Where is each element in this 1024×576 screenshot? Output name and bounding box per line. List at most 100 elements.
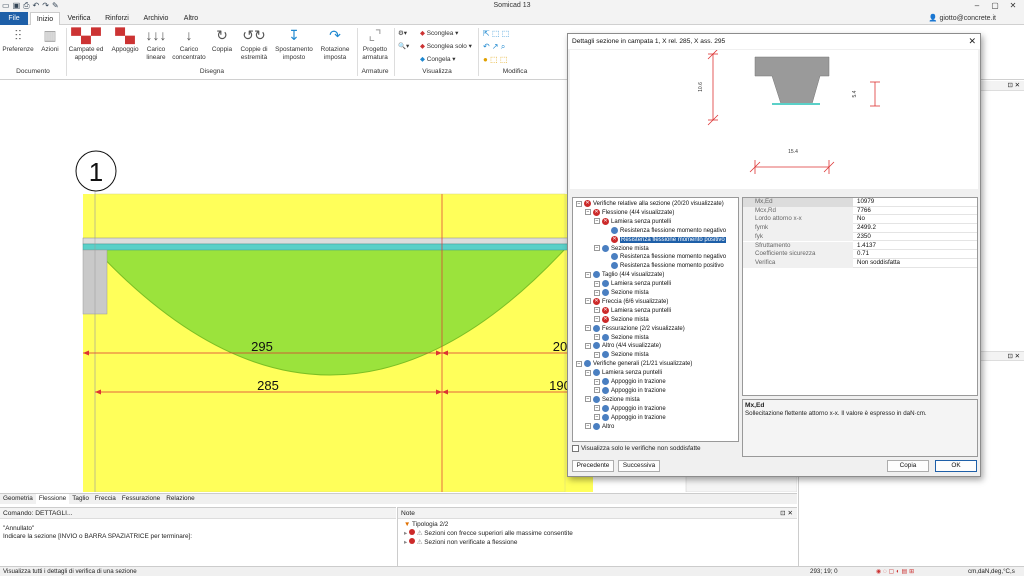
tab-file[interactable]: File — [0, 12, 28, 25]
verification-tree[interactable]: − ✕ Verifiche relative alla sezione (20/20… — [572, 197, 739, 442]
property-row[interactable]: fyk 2350 — [743, 232, 977, 242]
modify-tools-row3[interactable]: ● ⬚ ⬚ — [483, 55, 507, 64]
tab-rinforzi[interactable]: Rinforzi — [100, 12, 134, 25]
status-icons[interactable]: ◉ ◌ ▢ ◐ ▤ ⊞ — [876, 567, 914, 576]
tab-freccia[interactable]: Freccia — [92, 494, 119, 504]
expand-toggle-icon[interactable]: − — [594, 316, 600, 323]
property-row[interactable]: Verifica Non soddisfatta — [743, 258, 977, 268]
view-options-icon[interactable]: ⚙▾ — [398, 29, 407, 37]
tree-node[interactable]: − Sezione mista — [594, 244, 649, 253]
expand-toggle-icon[interactable]: − — [594, 245, 600, 251]
expand-toggle-icon[interactable]: − — [585, 423, 591, 429]
tree-node[interactable]: − Lamiera senza puntelli — [585, 369, 662, 377]
tree-node[interactable]: ✕ Resistenza flessione momento positivo — [603, 235, 726, 244]
congela-button[interactable]: ◆ Congela ▾ — [420, 55, 456, 63]
maximize-icon[interactable]: ▢ — [986, 0, 1004, 12]
tree-node[interactable]: − ✕ Verifiche relative alla sezione (20/20… — [576, 200, 724, 208]
tab-flessione[interactable]: Flessione — [35, 494, 70, 504]
expand-toggle-icon[interactable]: − — [585, 342, 591, 349]
expand-toggle-icon[interactable]: − — [594, 351, 600, 358]
expand-toggle-icon[interactable]: − — [594, 405, 600, 412]
zoom-icon[interactable]: 🔍▾ — [398, 42, 409, 50]
line-load-button[interactable]: ↓↓↓ Carico lineare — [143, 27, 169, 61]
tree-node[interactable]: − Lamiera senza puntelli — [594, 280, 671, 288]
displacement-button[interactable]: ↧ Spostamento imposto — [273, 27, 315, 61]
expand-toggle-icon[interactable]: − — [585, 369, 591, 376]
expand-toggle-icon[interactable]: − — [594, 334, 600, 340]
expand-toggle-icon[interactable]: − — [576, 200, 582, 207]
end-moments-button[interactable]: ↺↻ Coppie di estremità — [236, 27, 272, 61]
expand-toggle-icon[interactable]: − — [594, 378, 600, 385]
expand-toggle-icon[interactable]: − — [585, 298, 591, 305]
preferences-button[interactable]: ⫶⫶ Preferenze — [2, 27, 34, 54]
sconglea-button[interactable]: ◆ Sconglea ▾ — [420, 29, 458, 37]
rotation-button[interactable]: ↷ Rotazione imposta — [316, 27, 354, 61]
tree-node[interactable]: − Fessurazione (2/2 visualizzate) — [585, 324, 685, 333]
expand-toggle-icon[interactable]: − — [594, 387, 600, 394]
tree-node[interactable]: − Sezione mista — [594, 351, 649, 359]
tree-node[interactable]: − Verifiche generali (21/21 visualizzate) — [576, 360, 692, 368]
checkbox-box[interactable] — [572, 445, 579, 452]
tab-inizio[interactable]: Inizio — [30, 12, 60, 25]
point-load-button[interactable]: ↓ Carico concentrato — [170, 27, 208, 61]
property-row[interactable]: Mx,Ed 10979 — [743, 198, 977, 207]
close-icon[interactable]: ✕ — [1004, 0, 1022, 12]
tree-node[interactable]: Resistenza flessione momento positivo — [603, 262, 724, 270]
ok-button[interactable]: OK — [935, 460, 977, 472]
moment-button[interactable]: ↻ Coppia — [209, 27, 235, 54]
tree-node[interactable]: − Appoggio in trazione — [594, 378, 666, 386]
expand-toggle-icon[interactable]: − — [594, 414, 600, 421]
expand-toggle-icon[interactable]: − — [594, 280, 600, 287]
property-row[interactable]: Sfruttamento 1.4137 — [743, 241, 977, 251]
tree-node[interactable]: − ✕ Lamiera senza puntelli — [594, 306, 671, 315]
tab-taglio[interactable]: Taglio — [69, 494, 92, 504]
expand-toggle-icon[interactable]: − — [576, 360, 582, 367]
tab-geometria[interactable]: Geometria — [0, 494, 36, 504]
note-item[interactable]: ▸ ⚠ Sezioni non verificate a flessione — [398, 538, 797, 547]
next-button[interactable]: Successiva — [618, 460, 660, 472]
note-item[interactable]: ▸ ⚠ Sezioni con frecce superiori alle ma… — [398, 529, 797, 538]
expand-toggle-icon[interactable]: − — [594, 218, 600, 225]
pin-close-icon[interactable]: ⊡ ✕ — [780, 508, 793, 519]
tree-node[interactable]: − Appoggio in trazione — [594, 386, 666, 395]
expand-toggle-icon[interactable]: − — [585, 325, 591, 332]
tree-node[interactable]: − ✕ Flessione (4/4 visualizzate) — [585, 208, 674, 217]
tab-altro[interactable]: Altro — [178, 12, 204, 25]
tree-node[interactable]: − Sezione mista — [594, 333, 649, 342]
expand-toggle-icon[interactable]: − — [585, 396, 591, 403]
previous-button[interactable]: Precedente — [572, 460, 614, 472]
modify-tools-row1[interactable]: ⇱ ⬚ ⬚ — [483, 29, 509, 38]
expand-toggle-icon[interactable]: − — [585, 209, 591, 216]
actions-button[interactable]: ▥ Azioni — [37, 27, 63, 54]
property-row[interactable]: Coefficiente sicurezza 0.71 — [743, 250, 977, 259]
tree-node[interactable]: − Appoggio in trazione — [594, 404, 666, 413]
expand-toggle-icon[interactable]: − — [594, 307, 600, 314]
expand-toggle-icon[interactable]: − — [585, 271, 591, 278]
tree-node[interactable]: Resistenza flessione momento negativo — [603, 226, 726, 235]
tree-node[interactable]: − Altro (4/4 visualizzate) — [585, 342, 661, 350]
tab-verifica[interactable]: Verifica — [62, 12, 96, 25]
tree-node[interactable]: − ✕ Sezione mista — [594, 315, 649, 324]
tab-fessurazione[interactable]: Fessurazione — [119, 494, 163, 504]
tab-archivio[interactable]: Archivio — [138, 12, 174, 25]
dialog-close-icon[interactable]: ✕ — [968, 34, 976, 49]
units-readout[interactable]: cm,daN,deg,°C,s — [968, 567, 1015, 576]
property-row[interactable]: fymk 2499.2 — [743, 224, 977, 233]
sconglea-solo-button[interactable]: ◆ Sconglea solo ▾ — [420, 42, 472, 50]
support-button[interactable]: ▀▄ Appoggio — [108, 27, 142, 54]
modify-tools-row2[interactable]: ↶ ↗ ⌕ — [483, 42, 505, 52]
tree-node[interactable]: − Appoggio in trazione — [594, 413, 666, 422]
property-row[interactable]: Mcx,Rd 7766 — [743, 206, 977, 216]
tree-node[interactable]: − Taglio (4/4 visualizzate) — [585, 271, 664, 279]
user-account[interactable]: 👤 giotto@concrete.it — [929, 14, 996, 22]
tree-node[interactable]: − ✕ Freccia (6/6 visualizzate) — [585, 297, 668, 306]
tab-relazione[interactable]: Relazione — [163, 494, 197, 504]
tree-node[interactable]: − Sezione mista — [594, 289, 649, 297]
rebar-design-button[interactable]: ⌞⌝ Progetto armatura — [359, 27, 391, 61]
tree-node[interactable]: − Sezione mista — [585, 395, 640, 404]
only-failed-checkbox[interactable]: Visualizza solo le verifiche non soddisf… — [572, 445, 701, 453]
property-row[interactable]: Lordo attorno x-x No — [743, 215, 977, 225]
minimize-icon[interactable]: – — [968, 0, 986, 12]
tree-node[interactable]: − Altro — [585, 422, 614, 431]
expand-toggle-icon[interactable]: − — [594, 289, 600, 296]
